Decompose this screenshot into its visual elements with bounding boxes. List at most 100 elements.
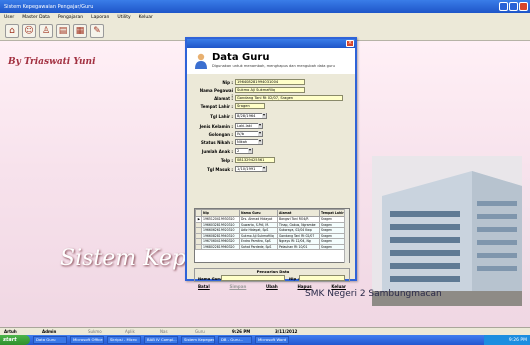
ubah-button[interactable]: Ubah [266, 284, 278, 292]
search-nama-input[interactable] [221, 275, 285, 281]
window-controls [499, 2, 528, 11]
taskbar: start Data Guru Microsoft Office Skripsi… [0, 335, 530, 345]
jumlah-anak-label: Jumlah Anak : [201, 149, 233, 154]
table-cell: Gondang Tani Rt 02/07 [277, 232, 320, 239]
status-field-3: Sukmo [88, 329, 102, 334]
status-field-4: Aplik [125, 329, 135, 334]
table-cell: Pelauhan Rt 10/01 [277, 243, 320, 250]
person-icon[interactable]: ♙ [39, 24, 53, 38]
table-scrollbar[interactable] [344, 209, 349, 263]
hapus-button[interactable]: Hapus [297, 284, 311, 292]
table-cell: 1966062619920310 [201, 227, 240, 234]
telp-label: Telp : [220, 158, 233, 163]
data-guru-dialog: × Data Guru Digunakan untuk menambah, me… [185, 37, 357, 289]
jumlah-anak-select[interactable]: 2 [235, 148, 253, 154]
batal-button[interactable]: Batal [198, 284, 210, 292]
status-date: 3/11/2012 [275, 329, 298, 334]
guru-table[interactable]: Nip Nama Guru Alamat Tempat Lahir ▶ 1965… [194, 208, 350, 263]
system-tray-clock: 9:26 PM [484, 335, 530, 345]
table-cell: Sragen [319, 243, 346, 250]
dialog-subtitle: Digunakan untuk menambah, menghapus dan … [212, 64, 335, 68]
table-header-row: Nip Nama Guru Alamat Tempat Lahir [195, 209, 346, 217]
nip-field[interactable]: 196408281994031004 [235, 79, 305, 85]
keluar-button[interactable]: Keluar [331, 284, 346, 292]
start-button[interactable]: start [0, 335, 30, 345]
golongan-select[interactable]: IV/b [235, 131, 263, 137]
close-button[interactable] [519, 2, 528, 11]
column-header-alamat[interactable]: Alamat [277, 209, 320, 217]
author-text: By Triaswati Yuni [8, 57, 96, 67]
search-title: Pencarian Data [256, 269, 290, 274]
jenis-kelamin-select[interactable]: Laki-laki [235, 123, 263, 129]
table-row[interactable]: 1968022819960320 Sahat Pardede, SpS Pela… [195, 243, 346, 250]
alamat-label: Alamat : [214, 96, 233, 101]
dialog-title: Data Guru [212, 52, 270, 63]
column-header-nip[interactable]: Nip [201, 209, 240, 217]
home-icon[interactable]: ⌂ [5, 24, 19, 38]
status-time: 9:26 PM [232, 329, 251, 334]
nip-label: Nip : [222, 80, 233, 85]
column-header-tempat-lahir[interactable]: Tempat Lahir [319, 209, 346, 217]
table-row[interactable]: 1966082819940310 Sukmo Aji Sukmafiliq Go… [195, 232, 346, 239]
tgl-lahir-picker[interactable]: 8/28/1964 [235, 113, 267, 119]
menu-item-laporan[interactable]: Laporan [91, 15, 109, 20]
users-icon[interactable]: ☺ [22, 24, 36, 38]
table-row[interactable]: ▶ 1965120419930310 Drs. Ahmad Hidayat Ba… [195, 216, 346, 223]
dialog-header: Data Guru Digunakan untuk menambah, meng… [187, 48, 355, 74]
status-field-6: Guru [195, 329, 205, 334]
jenis-kelamin-label: Jenis Kelamin : [199, 124, 233, 129]
table-cell: Tinap, Gabus, Ngrambe [277, 221, 320, 228]
dialog-close-button[interactable]: × [346, 40, 354, 47]
menu-item-keluar[interactable]: Keluar [139, 15, 153, 20]
report-icon[interactable]: ▤ [56, 24, 70, 38]
dialog-button-row: Batal Simpan Ubah Hapus Keluar [194, 284, 350, 292]
table-cell: Drs. Ahmad Hidayat [239, 216, 278, 223]
tempat-lahir-label: Tempat Lahir : [200, 104, 233, 109]
simpan-button[interactable]: Simpan [229, 284, 246, 292]
table-cell: 1968022819960320 [201, 243, 240, 250]
taskbar-item[interactable]: DB - Guru... [218, 336, 252, 344]
taskbar-item[interactable]: Microsoft Word [255, 336, 289, 344]
table-row[interactable]: 1967060419960320 Endro Pamitro, SpS Ngra… [195, 238, 346, 245]
app-title: Sistem Kepegawaian Pengajar/Guru [4, 3, 94, 10]
maximize-button[interactable] [509, 2, 518, 11]
taskbar-item[interactable]: Data Guru [33, 336, 67, 344]
search-nip-label: Nip : [289, 276, 300, 281]
tgl-masuk-picker[interactable]: 1/10/1991 [235, 166, 267, 172]
building-image [372, 156, 522, 306]
status-nikah-label: Status Nikah : [201, 140, 233, 145]
settings-icon[interactable]: ✎ [90, 24, 104, 38]
golongan-label: Golongan : [208, 132, 233, 137]
search-nip-input[interactable] [299, 275, 345, 281]
dialog-titlebar: × [187, 39, 355, 48]
telp-field[interactable]: 081329425561 [235, 157, 275, 163]
minimize-button[interactable] [499, 2, 508, 11]
menu-item-utility[interactable]: Utility [117, 15, 130, 20]
table-cell: Sahat Pardede, SpS [239, 243, 278, 250]
status-user-label: Artuh [4, 329, 17, 334]
table-cell: Sukmo Aji Sukmafiliq [239, 232, 278, 239]
table-cell: 1966032819920310 [201, 221, 240, 228]
taskbar-item[interactable]: Sistem Kepegawai... [181, 336, 215, 344]
menu-item-user[interactable]: User [4, 15, 14, 20]
table-cell: 1965120419930310 [201, 216, 240, 223]
taskbar-item[interactable]: BAB IV Compl... [144, 336, 178, 344]
status-user-value: Admin [42, 329, 57, 334]
search-panel: Pencarian Data Nama Guru : Nip : [194, 268, 350, 282]
status-field-5: Nas [160, 329, 168, 334]
menu-item-pengajaran[interactable]: Pengajaran [58, 15, 83, 20]
taskbar-item[interactable]: Skripsi - Micro [107, 336, 141, 344]
menu-item-master-data[interactable]: Master Data [22, 15, 50, 20]
nama-field[interactable]: Sukmo Aji Sukmafiliq [235, 87, 305, 93]
table-cell: 1966082819940310 [201, 232, 240, 239]
column-header-nama[interactable]: Nama Guru [239, 209, 278, 217]
tgl-lahir-label: Tgl Lahir : [210, 114, 233, 119]
tempat-lahir-field[interactable]: Sragen [235, 103, 265, 109]
alamat-field[interactable]: Gondang Tani Rt 02/07, Sragen [235, 95, 343, 101]
status-nikah-select[interactable]: Nikah [235, 139, 263, 145]
book-icon[interactable]: ▦ [73, 24, 87, 38]
menu-bar: User Master Data Pengajaran Laporan Util… [0, 13, 530, 22]
table-cell: 1967060419960320 [201, 238, 240, 245]
person-icon [195, 53, 207, 69]
taskbar-item[interactable]: Microsoft Office [70, 336, 104, 344]
